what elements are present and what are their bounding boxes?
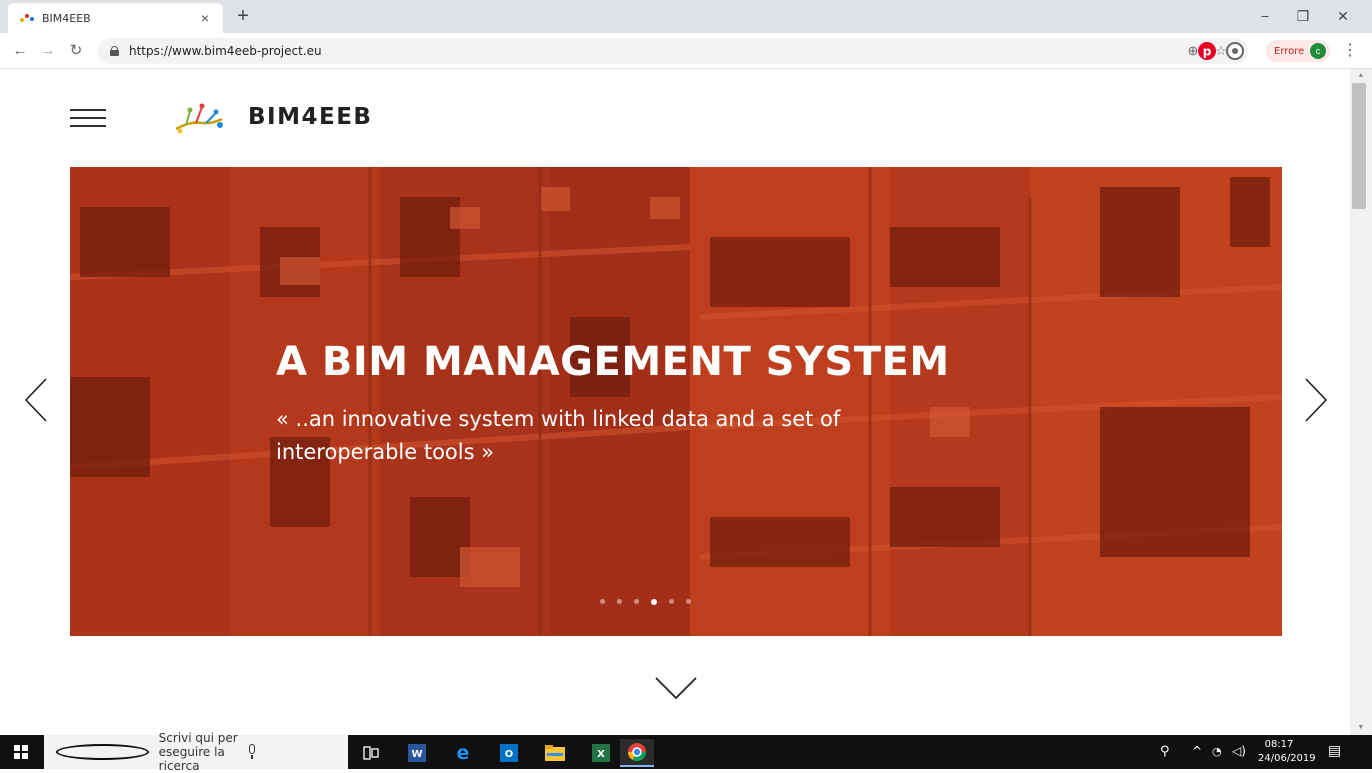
tab-title: BIM4EEB bbox=[42, 11, 91, 25]
taskbar-clock[interactable]: 08:17 24/06/2019 bbox=[1258, 738, 1316, 766]
bim4eeb-favicon-icon bbox=[20, 12, 36, 24]
close-window-button[interactable]: ✕ bbox=[1328, 4, 1358, 28]
pinterest-icon[interactable]: p bbox=[1198, 42, 1216, 60]
people-icon[interactable]: ⚲ bbox=[1160, 744, 1170, 759]
wifi-icon[interactable]: ◔ bbox=[1212, 745, 1222, 758]
carousel-dot[interactable] bbox=[669, 599, 674, 604]
clock-date: 24/06/2019 bbox=[1258, 753, 1316, 764]
edge-icon[interactable]: e bbox=[446, 739, 480, 767]
cortana-icon bbox=[56, 744, 149, 760]
carousel-dot[interactable] bbox=[686, 599, 691, 604]
restore-button[interactable]: ❐ bbox=[1288, 4, 1318, 28]
chrome-menu-icon[interactable]: ⋮ bbox=[1340, 41, 1360, 61]
windows-start-icon[interactable] bbox=[14, 745, 28, 759]
carousel-next-icon[interactable] bbox=[1300, 375, 1330, 425]
taskbar-search-box[interactable]: Scrivi qui per eseguire la ricerca bbox=[44, 731, 348, 773]
back-icon[interactable]: ← bbox=[10, 41, 30, 61]
extension-icon[interactable] bbox=[1226, 42, 1244, 60]
scroll-down-icon[interactable]: ▼ bbox=[1350, 721, 1372, 735]
word-icon[interactable]: W bbox=[400, 739, 434, 767]
reload-icon[interactable]: ↻ bbox=[66, 41, 86, 61]
carousel-dot[interactable] bbox=[617, 599, 622, 604]
carousel-dot-active[interactable] bbox=[651, 599, 657, 605]
scroll-down-chevron-icon[interactable] bbox=[654, 675, 698, 701]
lock-icon bbox=[110, 46, 119, 56]
chrome-taskbar-icon[interactable] bbox=[620, 739, 654, 767]
new-tab-button[interactable]: + bbox=[232, 6, 254, 28]
tray-expand-icon[interactable]: ^ bbox=[1192, 744, 1202, 758]
outlook-icon[interactable]: O bbox=[492, 739, 526, 767]
forward-icon[interactable]: → bbox=[38, 41, 58, 61]
microphone-icon[interactable] bbox=[247, 744, 336, 760]
scrollbar-thumb[interactable] bbox=[1352, 83, 1366, 209]
hero-carousel: A BIM MANAGEMENT SYSTEM « ..an innovativ… bbox=[70, 167, 1282, 636]
address-bar[interactable]: https://www.bim4eeb-project.eu ⊕ ☆ bbox=[98, 38, 1248, 64]
profile-avatar: c bbox=[1310, 43, 1326, 59]
bim4eeb-logo[interactable] bbox=[172, 101, 228, 137]
hero-subtitle: « ..an innovative system with linked dat… bbox=[276, 407, 841, 464]
task-view-icon[interactable] bbox=[354, 739, 388, 767]
carousel-dot[interactable] bbox=[634, 599, 639, 604]
profile-error-button[interactable]: Errore c bbox=[1266, 40, 1330, 62]
url-text: https://www.bim4eeb-project.eu bbox=[129, 44, 322, 58]
hero-title: A BIM MANAGEMENT SYSTEM bbox=[276, 339, 950, 385]
svg-text:e: e bbox=[457, 743, 470, 763]
svg-text:X: X bbox=[597, 749, 605, 760]
tab-strip: BIM4EEB × + − ❐ ✕ bbox=[0, 0, 1372, 33]
action-center-icon[interactable]: ▤ bbox=[1328, 743, 1341, 759]
carousel-indicators bbox=[600, 599, 691, 605]
svg-text:W: W bbox=[411, 749, 422, 760]
minimize-button[interactable]: − bbox=[1250, 4, 1280, 28]
clock-time: 08:17 bbox=[1264, 739, 1294, 750]
tab-close-icon[interactable]: × bbox=[197, 10, 213, 26]
page-scrollbar[interactable]: ▲ ▼ bbox=[1350, 69, 1372, 735]
carousel-dot[interactable] bbox=[600, 599, 605, 604]
browser-toolbar: ← → ↻ https://www.bim4eeb-project.eu ⊕ ☆… bbox=[0, 33, 1372, 69]
excel-icon[interactable]: X bbox=[584, 739, 618, 767]
scroll-up-icon[interactable]: ▲ bbox=[1350, 69, 1372, 83]
svg-text:p: p bbox=[1203, 45, 1212, 59]
file-explorer-icon[interactable] bbox=[538, 739, 572, 767]
taskbar-search-placeholder: Scrivi qui per eseguire la ricerca bbox=[158, 731, 238, 773]
tab-bim4eeb[interactable]: BIM4EEB × bbox=[8, 3, 223, 33]
svg-text:O: O bbox=[505, 749, 514, 760]
site-name[interactable]: BIM4EEB bbox=[248, 104, 372, 130]
page-viewport: BIM4EEB A BIM MANAGEMENT SYSTEM « ..an i… bbox=[0, 69, 1350, 735]
carousel-prev-icon[interactable] bbox=[22, 375, 52, 425]
hero-background-image bbox=[70, 167, 1282, 636]
windows-taskbar: Scrivi qui per eseguire la ricerca W e O… bbox=[0, 731, 1372, 773]
volume-icon[interactable]: ◁) bbox=[1232, 744, 1246, 758]
profile-error-label: Errore bbox=[1274, 45, 1305, 57]
hamburger-menu-icon[interactable] bbox=[70, 107, 106, 129]
